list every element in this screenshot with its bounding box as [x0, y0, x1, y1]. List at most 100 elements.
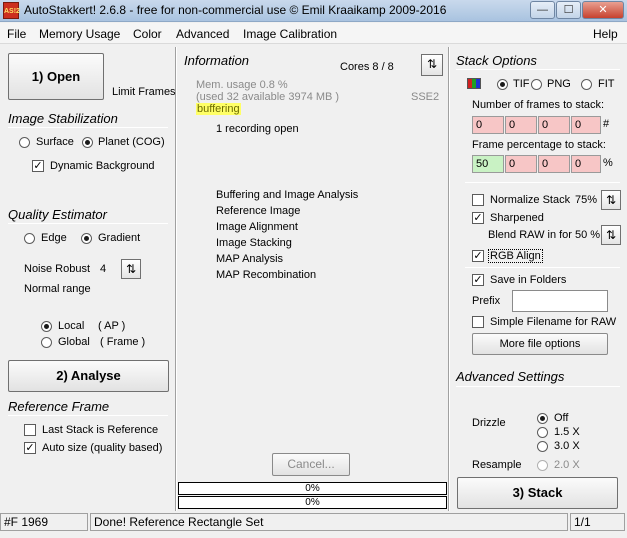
close-button[interactable]: ✕: [582, 1, 624, 19]
auto-size-checkbox[interactable]: ✓: [24, 442, 36, 454]
percentage-input-3[interactable]: 0: [538, 155, 570, 173]
normal-range-label: Normal range: [24, 283, 91, 295]
normalize-stack-checkbox[interactable]: [472, 194, 484, 206]
menu-memory-usage[interactable]: Memory Usage: [39, 27, 120, 41]
minimize-button[interactable]: —: [530, 1, 555, 19]
advanced-settings-title: Advanced Settings: [456, 369, 565, 384]
maximize-button[interactable]: ☐: [556, 1, 581, 19]
save-in-folders-checkbox[interactable]: ✓: [472, 274, 484, 286]
divider: [465, 182, 620, 183]
drizzle-30-label: 3.0 X: [554, 440, 580, 452]
divider: [8, 415, 168, 416]
tif-label: TIF: [513, 78, 530, 90]
blend-raw-value: 50 %: [575, 229, 601, 241]
local-label: Local: [58, 320, 85, 332]
rgb-color-icon: [467, 78, 481, 89]
blend-raw-stepper[interactable]: ⇅: [601, 225, 621, 245]
simple-filename-label: Simple Filename for RAW: [490, 316, 617, 328]
cores-stepper[interactable]: ⇅: [421, 54, 443, 76]
dynamic-background-label: Dynamic Background: [50, 160, 155, 172]
drizzle-off-label: Off: [554, 412, 569, 424]
menu-advanced[interactable]: Advanced: [176, 27, 229, 41]
quality-title: Quality Estimator: [8, 207, 107, 222]
progress-bar-2: 0%: [178, 496, 447, 509]
analyse-button[interactable]: 2) Analyse: [8, 360, 169, 392]
tif-radio[interactable]: [497, 79, 508, 90]
noise-robust-stepper[interactable]: ⇅: [121, 259, 141, 279]
rgb-align-label: RGB Align: [488, 249, 543, 263]
percentage-input-4[interactable]: 0: [571, 155, 601, 173]
cores-label: Cores 8 / 8: [340, 61, 394, 73]
frames-input-3[interactable]: 0: [538, 116, 570, 134]
frames-input-4[interactable]: 0: [571, 116, 601, 134]
drizzle-off-radio[interactable]: [537, 413, 548, 424]
progress-bar-1: 0%: [178, 482, 447, 495]
menu-image-calibration[interactable]: Image Calibration: [243, 27, 337, 41]
percentage-input-1[interactable]: 50: [472, 155, 504, 173]
window-title: AutoStakkert! 2.6.8 - free for non-comme…: [24, 3, 447, 17]
step-map-analysis: MAP Analysis: [216, 253, 284, 265]
frames-to-stack-label: Number of frames to stack:: [472, 99, 605, 111]
frames-input-2[interactable]: 0: [505, 116, 537, 134]
divider: [8, 127, 168, 128]
planet-radio[interactable]: [82, 137, 93, 148]
percentage-input-2[interactable]: 0: [505, 155, 537, 173]
blend-raw-label: Blend RAW in for: [488, 229, 572, 241]
surface-radio[interactable]: [19, 137, 30, 148]
normalize-stepper[interactable]: ⇅: [601, 190, 621, 210]
cancel-button[interactable]: Cancel...: [272, 453, 350, 476]
divider: [8, 223, 168, 224]
app-icon: AS!2: [3, 2, 20, 19]
reference-title: Reference Frame: [8, 399, 110, 414]
sharpened-label: Sharpened: [490, 212, 544, 224]
stack-button[interactable]: 3) Stack: [457, 477, 618, 509]
edge-radio[interactable]: [24, 233, 35, 244]
sharpened-checkbox[interactable]: ✓: [472, 212, 484, 224]
frames-input-1[interactable]: 0: [472, 116, 504, 134]
buffering-status: buffering: [196, 103, 241, 115]
menu-color[interactable]: Color: [133, 27, 162, 41]
global-label: Global: [58, 336, 90, 348]
noise-robust-value: 4: [100, 263, 107, 275]
step-buffering: Buffering and Image Analysis: [216, 189, 359, 201]
rgb-align-checkbox[interactable]: ✓: [472, 250, 484, 262]
local-radio[interactable]: [41, 321, 52, 332]
prefix-label: Prefix: [472, 295, 501, 307]
menu-file[interactable]: File: [7, 27, 26, 41]
drizzle-15-radio[interactable]: [537, 427, 548, 438]
step-reference-image: Reference Image: [216, 205, 301, 217]
divider: [465, 267, 620, 268]
recording-status: 1 recording open: [216, 123, 299, 135]
fit-radio[interactable]: [581, 79, 592, 90]
gradient-radio[interactable]: [81, 233, 92, 244]
last-stack-checkbox[interactable]: [24, 424, 36, 436]
stack-options-title: Stack Options: [456, 53, 537, 68]
global-radio[interactable]: [41, 337, 52, 348]
edge-label: Edge: [41, 232, 67, 244]
limit-frames-label[interactable]: Limit Frames: [112, 86, 176, 98]
normalize-stack-label: Normalize Stack: [490, 194, 571, 206]
resample-radio[interactable]: [537, 460, 548, 471]
drizzle-30-radio[interactable]: [537, 441, 548, 452]
left-separator: [175, 47, 177, 511]
status-message: Done! Reference Rectangle Set: [90, 513, 568, 531]
simple-filename-checkbox[interactable]: [472, 316, 484, 328]
dynamic-background-checkbox[interactable]: ✓: [32, 160, 44, 172]
resample-label: Resample: [472, 459, 522, 471]
step-image-stacking: Image Stacking: [216, 237, 292, 249]
drizzle-label: Drizzle: [472, 417, 506, 429]
save-in-folders-label: Save in Folders: [490, 274, 567, 286]
last-stack-label: Last Stack is Reference: [42, 424, 159, 436]
menu-help[interactable]: Help: [593, 27, 618, 41]
png-radio[interactable]: [531, 79, 542, 90]
open-button[interactable]: 1) Open: [8, 53, 104, 100]
divider: [456, 69, 620, 70]
step-image-alignment: Image Alignment: [216, 221, 298, 233]
resample-value: 2.0 X: [554, 459, 580, 471]
more-file-options-button[interactable]: More file options: [472, 333, 608, 355]
status-frame-count: #F 1969: [0, 513, 88, 531]
global-frame-label: ( Frame ): [100, 336, 146, 348]
prefix-input[interactable]: [512, 290, 608, 312]
png-label: PNG: [547, 78, 571, 90]
information-title: Information: [184, 53, 250, 68]
